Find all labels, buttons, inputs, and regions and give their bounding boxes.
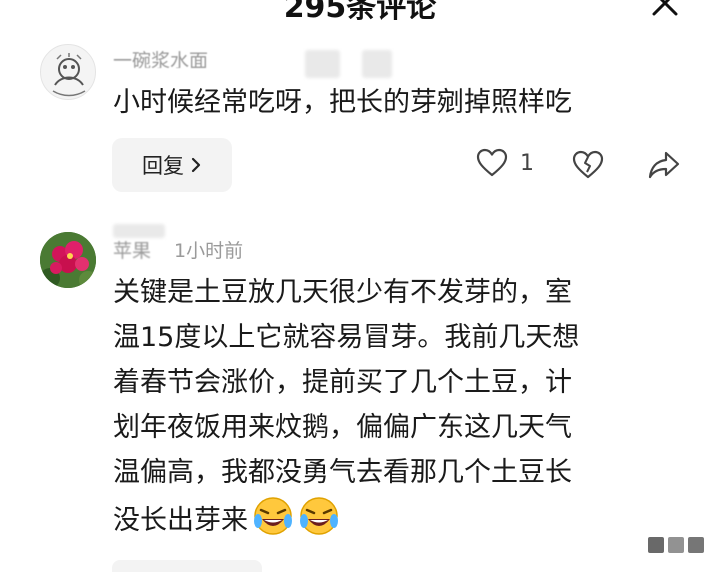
reply-button[interactable]: 回复 [112, 138, 232, 192]
avatar[interactable] [40, 232, 96, 288]
comment-time: 1小时前 [174, 240, 244, 262]
comment-count-title: 295条评论 [283, 0, 437, 25]
heart-outline-icon [476, 148, 508, 177]
laugh-crying-emoji [254, 497, 292, 535]
comment-last-line: 没长出芽来 [113, 495, 673, 543]
comment-line: 关键是土豆放几天很少有不发芽的，室 [113, 277, 572, 308]
comment-line: 划年夜饭用来炆鹅，偏偏广东这几天气 [113, 412, 572, 443]
dislike-button[interactable] [572, 150, 604, 184]
close-icon [652, 0, 678, 16]
comment-line: 温15度以上它就容易冒芽。我前几天想 [113, 322, 580, 353]
blurred-badge [113, 224, 165, 238]
next-comment-partial [112, 560, 262, 572]
broken-heart-icon [572, 150, 604, 179]
share-arrow-icon [648, 151, 680, 179]
watermark [648, 537, 704, 555]
comment-text: 小时候经常吃呀，把长的芽剜掉照样吃 [113, 87, 572, 118]
like-button[interactable]: 1 [476, 148, 534, 178]
username[interactable]: 一碗浆水面 [113, 46, 208, 68]
comment-text: 关键是土豆放几天很少有不发芽的，室 温15度以上它就容易冒芽。我前几天想 着春节… [113, 270, 673, 543]
blurred-badge [362, 50, 392, 78]
close-button[interactable] [648, 0, 682, 20]
username[interactable]: 苹果 [113, 236, 151, 260]
laugh-crying-emoji [300, 497, 338, 535]
comment-line: 着春节会涨价，提前买了几个土豆，计 [113, 367, 572, 398]
avatar[interactable] [40, 44, 96, 100]
like-count: 1 [520, 150, 534, 176]
chevron-right-icon [191, 157, 201, 173]
share-button[interactable] [648, 150, 680, 184]
reply-label: 回复 [142, 154, 184, 178]
comment-line: 温偏高，我都没勇气去看那几个土豆长 [113, 457, 572, 488]
comment-line: 没长出芽来 [113, 505, 248, 536]
blurred-badge [305, 50, 340, 78]
